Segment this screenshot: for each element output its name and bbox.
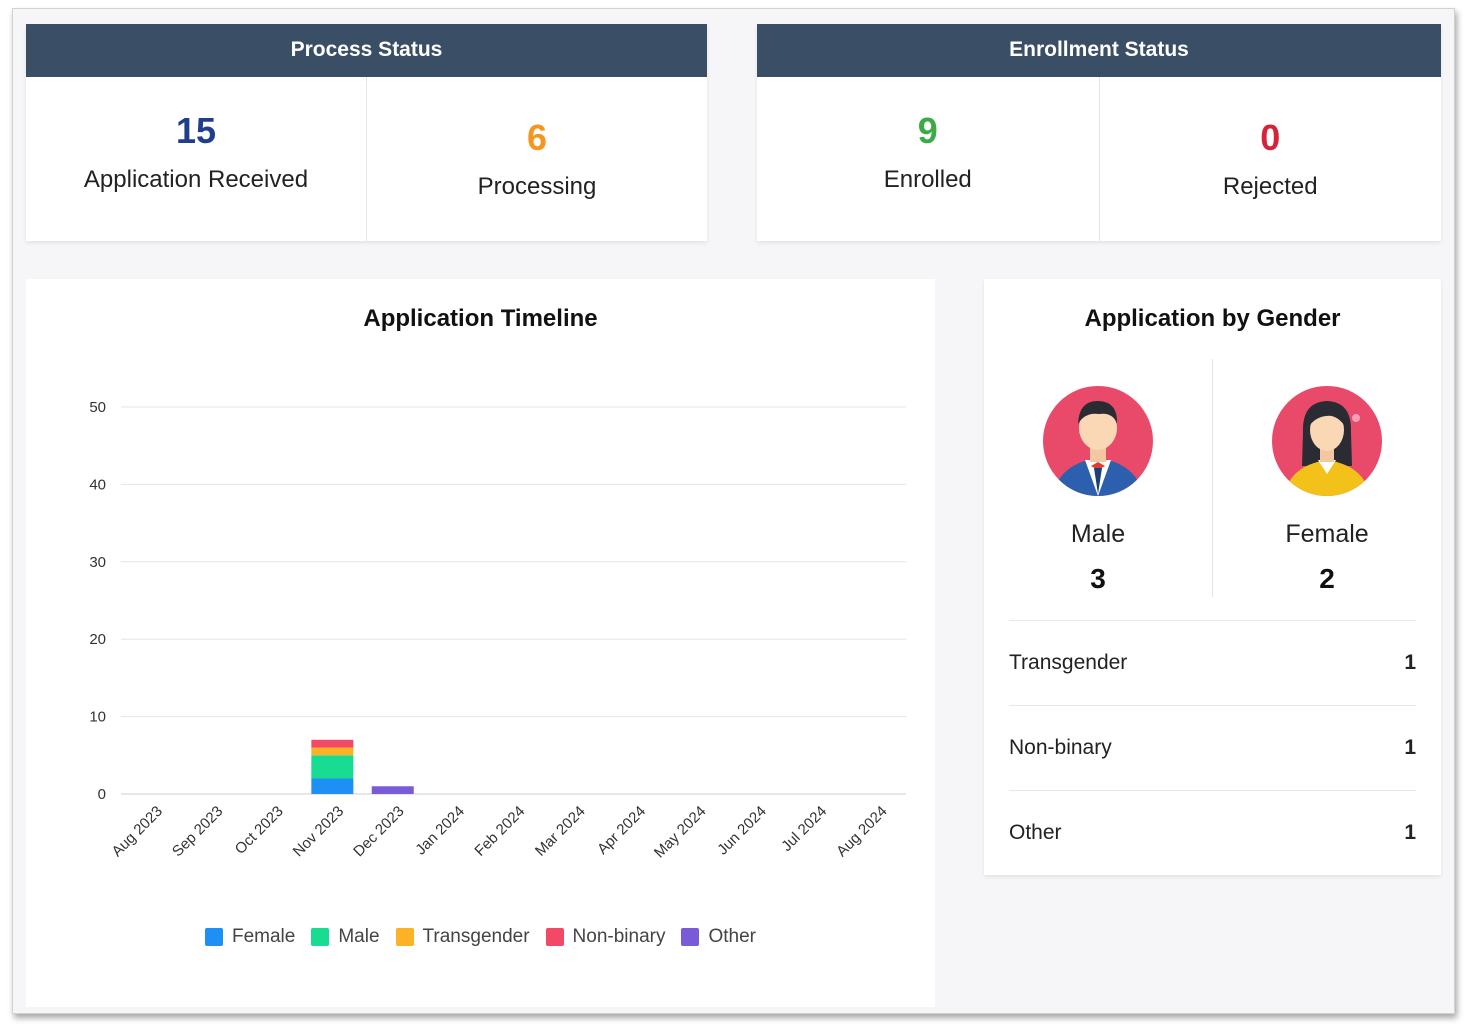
x-tick-label: Jul 2024 [778,803,830,855]
male-label: Male [1070,520,1126,548]
applications-received-label: Application Received [83,166,309,193]
list-item: Transgender 1 [1009,620,1416,705]
x-tick-label: Oct 2023 [232,803,287,858]
legend-label: Transgender [422,926,530,947]
male-avatar-icon [1043,386,1153,496]
bar-segment [311,755,354,779]
application-timeline-card: Application Timeline 0 10 20 30 40 50 Aug 2023… [26,279,935,1007]
gender-row-count: 1 [1404,821,1416,844]
gender-row-count: 1 [1404,651,1416,674]
list-item: Other 1 [1009,790,1416,875]
bar-segment [311,747,354,756]
y-tick-label: 10 [89,709,106,726]
processing-label: Processing [477,173,597,200]
list-item: Non-binary 1 [1009,705,1416,790]
legend-item[interactable]: Other [681,926,756,948]
dashboard: Process Status 15 Application Received 6… [12,8,1455,1014]
applications-received-stat[interactable]: 15 Application Received [26,77,366,241]
gender-title: Application by Gender [1084,305,1341,332]
enrolled-count: 9 [917,110,938,151]
legend-swatch [311,928,330,946]
legend-swatch [395,928,414,946]
rejected-stat[interactable]: 0 Rejected [1098,77,1442,241]
chart-legend: Female Male Transgender Non-binary Other [26,926,935,948]
enrollment-status-card: Enrollment Status 9 Enrolled 0 Rejected [757,24,1441,241]
female-avatar-icon [1272,386,1382,496]
y-tick-label: 50 [89,399,106,416]
legend-item[interactable]: Transgender [395,926,530,948]
x-tick-label: Aug 2024 [833,803,890,860]
legend-item[interactable]: Non-binary [545,926,666,948]
gender-card: Application by Gender Male 3 Female 2 Tr… [984,279,1441,875]
enrollment-status-title: Enrollment Status [757,24,1441,77]
legend-label: Female [231,926,296,947]
female-label: Female [1285,520,1369,548]
x-tick-label: Mar 2024 [532,803,589,860]
timeline-chart: 0 10 20 30 40 50 Aug 2023 Sep 2023 Oct 2023 Nov 2… [89,399,906,862]
x-tick-label: Sep 2023 [169,803,226,860]
rejected-label: Rejected [1222,173,1318,200]
female-column: Female 2 [1212,359,1441,597]
process-status-card: Process Status 15 Application Received 6… [26,24,707,241]
legend-label: Other [708,926,757,947]
bar-segment [311,739,354,748]
legend-item[interactable]: Female [204,926,296,948]
legend-label: Male [338,926,380,947]
y-tick-label: 30 [89,554,106,571]
x-tick-label: Jun 2024 [714,803,770,859]
other-genders-list: Transgender 1 Non-binary 1 Other 1 [1009,620,1416,875]
applications-received-count: 15 [175,110,217,151]
gender-row-label: Transgender [1009,651,1128,674]
processing-stat[interactable]: 6 Processing [366,77,707,241]
enrolled-label: Enrolled [883,166,972,193]
process-status-title: Process Status [26,24,707,77]
legend-swatch [681,928,700,946]
gender-row-count: 1 [1404,736,1416,759]
x-tick-label: Nov 2023 [290,803,347,860]
x-tick-label: Jan 2024 [412,803,468,859]
legend-label: Non-binary [572,926,666,947]
x-tick-label: Dec 2023 [350,803,407,860]
x-tick-label: Feb 2024 [471,803,528,860]
male-count: 3 [1090,563,1106,594]
legend-item[interactable]: Male [311,926,380,948]
female-count: 2 [1319,563,1335,594]
gender-row-label: Other [1009,821,1062,844]
bar-segment [311,778,354,794]
legend-swatch [204,928,223,946]
y-tick-label: 40 [89,476,106,493]
x-tick-label: Apr 2024 [594,803,649,858]
bar-segment [371,786,414,794]
processing-count: 6 [526,117,548,158]
legend-swatch [545,928,564,946]
x-tick-label: May 2024 [651,803,710,862]
y-tick-label: 20 [89,631,106,648]
male-column: Male 3 [984,359,1212,597]
enrolled-stat[interactable]: 9 Enrolled [757,77,1099,241]
y-tick-label: 0 [98,786,106,803]
rejected-count: 0 [1260,117,1281,158]
gender-row-label: Non-binary [1009,736,1112,759]
x-tick-label: Aug 2023 [109,803,166,860]
